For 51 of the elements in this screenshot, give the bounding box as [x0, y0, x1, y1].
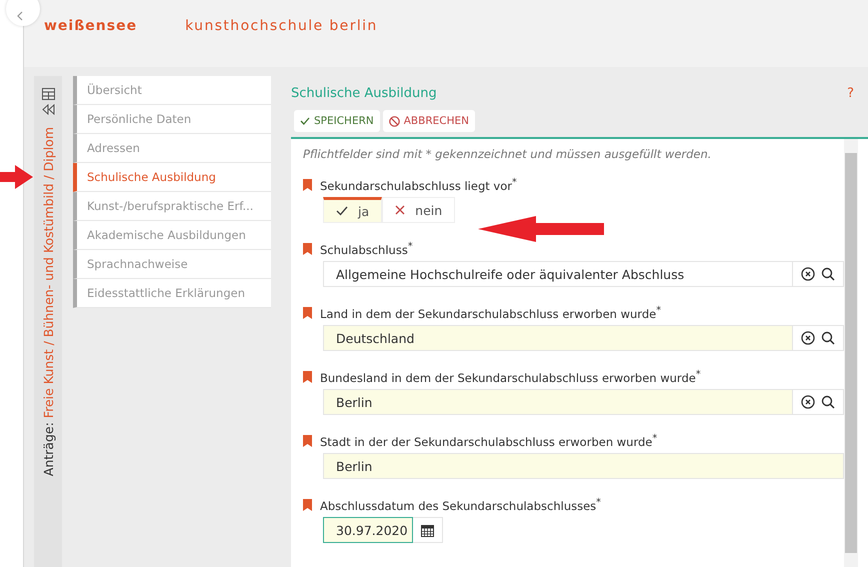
search-icon[interactable]	[821, 267, 835, 281]
clear-icon[interactable]	[801, 331, 815, 345]
forbidden-icon	[388, 116, 400, 126]
annotation-arrow	[0, 165, 33, 189]
clear-icon[interactable]	[801, 395, 815, 409]
nav-item[interactable]: Schulische Ausbildung	[73, 163, 271, 192]
bookmark-icon	[303, 179, 312, 191]
required-hint: Pflichtfelder sind mit * gekennzeichnet und müssen ausgefüllt werden.	[303, 147, 712, 161]
check-icon	[336, 206, 348, 216]
toggle-option[interactable]: ja	[323, 197, 382, 223]
field-label: Abschlussdatum des Sekundarschulabschlusses$^{*}$	[320, 497, 601, 513]
check-icon	[300, 117, 310, 125]
nav-item[interactable]: Kunst-/berufspraktische Erf...	[73, 192, 271, 221]
logo: weißensee	[44, 18, 138, 34]
bookmark-icon	[303, 499, 312, 511]
section-title: Schulische Ausbildung	[291, 86, 437, 103]
bookmark-icon	[303, 435, 312, 447]
cancel-button[interactable]: ABBRECHEN	[382, 110, 475, 132]
text-field[interactable]: Berlin	[323, 453, 844, 479]
date-field[interactable]: 30.97.2020	[323, 517, 413, 543]
nav-item[interactable]: Adressen	[73, 134, 271, 163]
calendar-icon[interactable]	[421, 524, 434, 536]
bookmark-icon	[303, 371, 312, 383]
chevron-left-icon	[17, 11, 23, 21]
field-label: Schulabschluss$^{*}$	[320, 241, 413, 257]
nav-item[interactable]: Akademische Ausbildungen	[73, 221, 271, 250]
field-label: Sekundarschulabschluss liegt vor$^{*}$	[320, 177, 517, 193]
clear-icon[interactable]	[801, 267, 815, 281]
lookup-field[interactable]: Deutschland	[323, 325, 793, 351]
field-label: Stadt in der der Sekundarschulabschluss erworben wurde$^{*}$	[320, 433, 658, 449]
search-icon[interactable]	[821, 395, 835, 409]
lookup-field[interactable]: Allgemeine Hochschulreife oder äquivalenter Abschluss	[323, 261, 793, 287]
nav-item[interactable]: Eidesstattliche Erklärungen	[73, 279, 271, 308]
save-button[interactable]: SPEICHERN	[294, 110, 380, 132]
lookup-field[interactable]: Berlin	[323, 389, 793, 415]
bookmark-icon	[303, 307, 312, 319]
bookmark-icon	[303, 243, 312, 255]
nav-item[interactable]: Übersicht	[73, 76, 271, 105]
cross-icon	[395, 205, 406, 215]
scrollbar[interactable]	[844, 139, 858, 567]
toggle-option[interactable]: nein	[382, 197, 456, 223]
nav-item[interactable]: Persönliche Daten	[73, 105, 271, 134]
application-title: Anträge: Freie Kunst / Bühnen- und Kostümbild / Diplom	[40, 127, 56, 476]
help-link[interactable]: ?	[847, 86, 854, 110]
field-label: Land in dem der Sekundarschulabschluss erworben wurde$^{*}$	[320, 305, 662, 321]
field-label: Bundesland in dem der Sekundarschulabschluss erworben wurde$^{*}$	[320, 369, 701, 385]
search-icon[interactable]	[821, 331, 835, 345]
table-icon[interactable]	[42, 88, 54, 100]
double-chevron-icon[interactable]	[42, 104, 54, 115]
school-name: kunsthochschule berlin	[185, 18, 378, 34]
nav-item[interactable]: Sprachnachweise	[73, 250, 271, 279]
